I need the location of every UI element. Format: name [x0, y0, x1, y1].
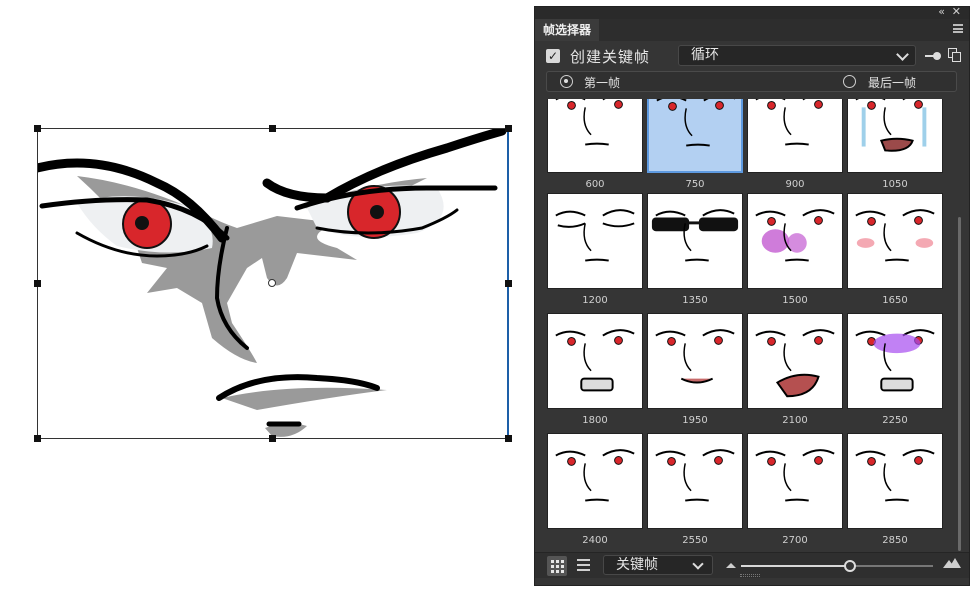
frame-image[interactable]	[547, 99, 643, 173]
frame-image[interactable]	[847, 433, 943, 529]
frame-image[interactable]	[647, 313, 743, 409]
panel-resize-grip[interactable]	[740, 574, 760, 577]
frame-number: 1050	[882, 179, 908, 190]
loop-mode-value: 循环	[691, 47, 719, 63]
frame-number: 1350	[682, 295, 708, 306]
frame-number: 2100	[782, 415, 808, 426]
frame-number: 2850	[882, 535, 908, 546]
panel-top-strip: « ✕	[535, 5, 969, 19]
frame-filter-dropdown[interactable]: 关键帧	[603, 555, 713, 575]
frame-number: 1200	[582, 295, 608, 306]
frame-number: 1800	[582, 415, 608, 426]
collapse-icon[interactable]: «	[938, 5, 945, 18]
frame-image[interactable]	[547, 313, 643, 409]
frame-image[interactable]	[747, 193, 843, 289]
first-frame-radio[interactable]	[560, 75, 573, 88]
panel-bottom-bar: 关键帧	[535, 552, 969, 578]
frame-image[interactable]	[847, 99, 943, 173]
chevron-down-icon	[896, 48, 909, 61]
frame-image[interactable]	[547, 193, 643, 289]
frame-face-drawing	[655, 449, 735, 502]
frame-number: 2700	[782, 535, 808, 546]
frame-face-drawing	[755, 209, 835, 262]
resize-handle-top-right[interactable]	[505, 125, 512, 132]
start-frame-row: 第一帧 最后一帧	[546, 71, 957, 92]
left-pupil	[135, 216, 149, 230]
grid-scrollbar[interactable]	[958, 217, 961, 551]
resize-handle-bottom-right[interactable]	[505, 435, 512, 442]
frame-face-drawing	[855, 99, 927, 152]
create-keyframe-checkbox[interactable]: ✓	[546, 49, 560, 63]
close-icon[interactable]: ✕	[952, 5, 961, 18]
frame-face-drawing	[651, 209, 739, 262]
last-frame-radio[interactable]	[843, 75, 856, 88]
frame-image[interactable]	[747, 433, 843, 529]
frame-face-drawing	[655, 329, 735, 384]
large-thumbnail-icon[interactable]	[943, 558, 961, 568]
copy-icon[interactable]	[948, 48, 961, 62]
resize-handle-bottom-left[interactable]	[34, 435, 41, 442]
frame-number: 600	[585, 179, 605, 190]
frame-number: 900	[785, 179, 805, 190]
frame-filter-value: 关键帧	[616, 557, 658, 573]
frame-number: 1650	[882, 295, 908, 306]
resize-handle-left[interactable]	[34, 280, 41, 287]
frame-number: 2250	[882, 415, 908, 426]
resize-handle-top[interactable]	[269, 125, 276, 132]
create-keyframe-label: 创建关键帧	[570, 48, 651, 66]
resize-handle-bottom[interactable]	[269, 435, 276, 442]
transform-pivot[interactable]	[268, 279, 276, 287]
frame-number: 750	[685, 179, 705, 190]
frame-face-drawing	[855, 449, 935, 502]
frame-face-drawing	[855, 209, 935, 262]
thumbnail-size-slider[interactable]	[741, 560, 933, 572]
frame-face-drawing	[755, 329, 835, 398]
frame-image[interactable]	[847, 193, 943, 289]
frame-grid: 600 750 900 1050 1200 1350 1500 1650 1800 1950 210…	[535, 99, 963, 549]
frame-image[interactable]	[847, 313, 943, 409]
resize-handle-right[interactable]	[505, 280, 512, 287]
frame-image[interactable]	[747, 313, 843, 409]
frame-face-drawing	[555, 329, 635, 392]
grid-view-icon[interactable]	[547, 556, 567, 576]
slider-fill	[741, 565, 851, 567]
frame-number: 1950	[682, 415, 708, 426]
loop-mode-dropdown[interactable]: 循环	[678, 45, 916, 66]
first-frame-label: 第一帧	[584, 76, 621, 90]
list-view-icon[interactable]	[577, 559, 590, 571]
frame-number: 2550	[682, 535, 708, 546]
last-frame-label: 最后一帧	[868, 76, 917, 90]
frame-face-drawing	[855, 329, 935, 392]
frame-face-drawing	[555, 449, 635, 502]
frame-image[interactable]	[647, 99, 743, 173]
resize-handle-top-left[interactable]	[34, 125, 41, 132]
chevron-down-icon	[692, 558, 704, 570]
canvas-stage[interactable]	[0, 0, 530, 592]
frame-number: 2400	[582, 535, 608, 546]
frame-image[interactable]	[647, 433, 743, 529]
frame-image[interactable]	[547, 433, 643, 529]
slider-thumb[interactable]	[844, 560, 857, 572]
frame-face-drawing	[555, 99, 623, 146]
pin-icon[interactable]	[925, 52, 941, 60]
frame-face-drawing	[755, 99, 823, 146]
create-keyframe-row: ✓ 创建关键帧 循环	[535, 43, 969, 69]
frame-number: 1500	[782, 295, 808, 306]
frame-face-drawing	[656, 99, 735, 147]
small-thumbnail-icon[interactable]	[726, 563, 736, 568]
panel-tab-bar: 帧选择器	[535, 19, 969, 41]
frame-image[interactable]	[647, 193, 743, 289]
frame-face-drawing	[555, 209, 635, 262]
frame-picker-panel: « ✕ 帧选择器 ✓ 创建关键帧 循环 第一帧 最后一帧 600 750 900 10…	[534, 5, 970, 586]
panel-tab-title[interactable]: 帧选择器	[535, 19, 600, 41]
frame-image[interactable]	[747, 99, 843, 173]
panel-menu-icon[interactable]	[953, 24, 963, 33]
frame-face-drawing	[755, 449, 835, 502]
right-pupil	[370, 205, 384, 219]
